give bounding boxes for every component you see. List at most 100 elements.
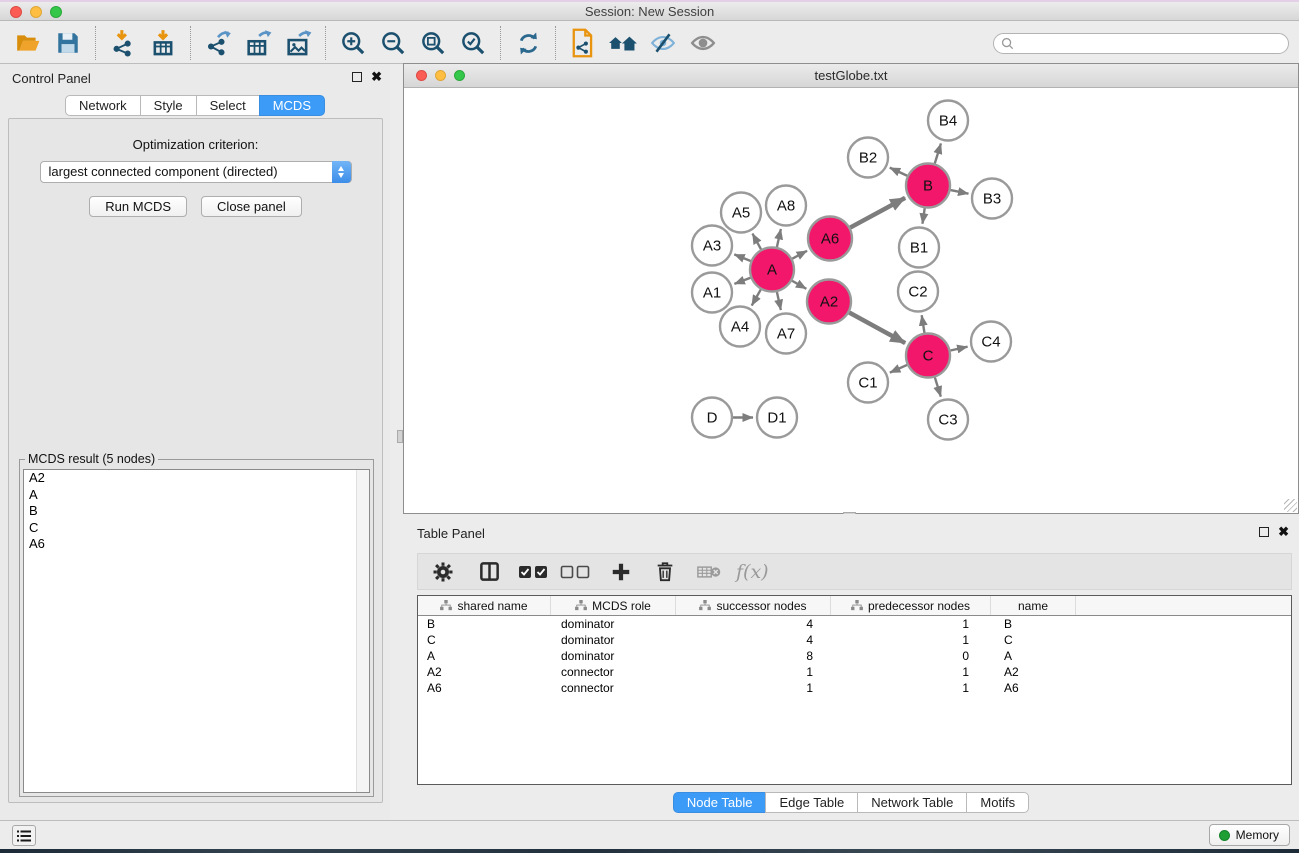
- table-cell[interactable]: 8: [676, 648, 831, 664]
- new-network-from-selection-button[interactable]: [563, 25, 603, 61]
- table-cell[interactable]: A6: [991, 680, 1076, 696]
- float-table-panel-button[interactable]: [1259, 527, 1269, 537]
- table-cell[interactable]: 1: [831, 664, 991, 680]
- table-cell[interactable]: 1: [831, 680, 991, 696]
- run-mcds-button[interactable]: Run MCDS: [89, 196, 187, 217]
- graph-edge-C-C3[interactable]: [935, 377, 941, 396]
- mcds-result-item[interactable]: B: [24, 503, 369, 520]
- table-cell[interactable]: dominator: [551, 632, 676, 648]
- show-panels-list-button[interactable]: [12, 825, 36, 846]
- tab-edge-table[interactable]: Edge Table: [765, 792, 858, 813]
- table-cell[interactable]: connector: [551, 664, 676, 680]
- close-panel-icon-button[interactable]: ✖: [371, 71, 382, 82]
- tab-network-table[interactable]: Network Table: [857, 792, 967, 813]
- table-cell[interactable]: connector: [551, 680, 676, 696]
- graph-edge-A-A1[interactable]: [734, 278, 750, 284]
- table-cell[interactable]: 4: [676, 632, 831, 648]
- table-cell[interactable]: B: [991, 616, 1076, 632]
- column-header-successor-nodes[interactable]: successor nodes: [676, 596, 831, 615]
- table-settings-button[interactable]: [426, 556, 460, 588]
- mcds-result-list[interactable]: A2ABCA6: [23, 469, 370, 793]
- show-column-button[interactable]: [472, 556, 506, 588]
- table-cell[interactable]: 1: [676, 680, 831, 696]
- zoom-fit-button[interactable]: [413, 25, 453, 61]
- open-session-button[interactable]: [8, 25, 48, 61]
- table-cell[interactable]: 1: [676, 664, 831, 680]
- table-cell[interactable]: 1: [831, 632, 991, 648]
- table-row[interactable]: A6connector11A6: [418, 680, 1291, 696]
- table-cell[interactable]: B: [418, 616, 551, 632]
- import-table-button[interactable]: [143, 25, 183, 61]
- tab-motifs[interactable]: Motifs: [966, 792, 1029, 813]
- graph-edge-A-A5[interactable]: [752, 234, 761, 250]
- close-table-panel-button[interactable]: ✖: [1278, 526, 1289, 537]
- graph-edge-A-A4[interactable]: [752, 290, 761, 306]
- column-header-name[interactable]: name: [991, 596, 1076, 615]
- tab-node-table[interactable]: Node Table: [673, 792, 767, 813]
- mcds-result-item[interactable]: A2: [24, 470, 369, 487]
- table-row[interactable]: A2connector11A2: [418, 664, 1291, 680]
- table-cell[interactable]: dominator: [551, 648, 676, 664]
- table-cell[interactable]: 4: [676, 616, 831, 632]
- zoom-out-button[interactable]: [373, 25, 413, 61]
- graph-edge-A-A7[interactable]: [777, 292, 781, 310]
- table-cell[interactable]: 1: [831, 616, 991, 632]
- graph-edge-C-C1[interactable]: [890, 365, 907, 373]
- graph-edge-B-B2[interactable]: [890, 168, 907, 176]
- export-network-button[interactable]: [198, 25, 238, 61]
- show-all-button[interactable]: [683, 25, 723, 61]
- column-header-mcds-role[interactable]: MCDS role: [551, 596, 676, 615]
- import-network-button[interactable]: [103, 25, 143, 61]
- network-canvas[interactable]: AA1A2A3A4A5A6A7A8BB1B2B3B4CC1C2C3C4DD1: [404, 88, 1298, 513]
- graph-edge-A2-C[interactable]: [849, 313, 905, 344]
- first-neighbors-button[interactable]: [603, 25, 643, 61]
- graph-edge-A-A8[interactable]: [777, 229, 781, 247]
- mcds-result-item[interactable]: C: [24, 520, 369, 537]
- table-cell[interactable]: A: [418, 648, 551, 664]
- memory-button[interactable]: Memory: [1209, 824, 1290, 846]
- table-cell[interactable]: C: [418, 632, 551, 648]
- export-image-button[interactable]: [278, 25, 318, 61]
- optimization-criterion-select[interactable]: largest connected component (directed): [40, 161, 352, 183]
- network-graph[interactable]: AA1A2A3A4A5A6A7A8BB1B2B3B4CC1C2C3C4DD1: [404, 88, 1298, 513]
- tab-mcds[interactable]: MCDS: [259, 95, 325, 116]
- table-cell[interactable]: dominator: [551, 616, 676, 632]
- graph-edge-C-C2[interactable]: [922, 315, 925, 333]
- zoom-in-button[interactable]: [333, 25, 373, 61]
- scrollbar-track[interactable]: [356, 470, 369, 792]
- refresh-button[interactable]: [508, 25, 548, 61]
- delete-table-button[interactable]: [692, 556, 726, 588]
- table-cell[interactable]: 0: [831, 648, 991, 664]
- column-header-shared-name[interactable]: shared name: [418, 596, 551, 615]
- search-input[interactable]: [993, 33, 1289, 54]
- select-all-button[interactable]: [516, 556, 550, 588]
- export-table-button[interactable]: [238, 25, 278, 61]
- deselect-all-button[interactable]: [558, 556, 592, 588]
- zoom-selected-button[interactable]: [453, 25, 493, 61]
- function-builder-button[interactable]: f(x): [730, 561, 775, 583]
- graph-edge-B-B3[interactable]: [951, 190, 969, 194]
- graph-edge-B-B1[interactable]: [922, 208, 924, 223]
- mcds-result-item[interactable]: A6: [24, 536, 369, 553]
- table-row[interactable]: Bdominator41B: [418, 616, 1291, 632]
- graph-edge-A-A3[interactable]: [734, 254, 750, 261]
- table-row[interactable]: Cdominator41C: [418, 632, 1291, 648]
- mcds-result-item[interactable]: A: [24, 487, 369, 504]
- vertical-splitter-handle[interactable]: [397, 430, 403, 443]
- table-cell[interactable]: A6: [418, 680, 551, 696]
- table-cell[interactable]: A2: [991, 664, 1076, 680]
- column-header-predecessor-nodes[interactable]: predecessor nodes: [831, 596, 991, 615]
- tab-select[interactable]: Select: [196, 95, 260, 116]
- add-row-button[interactable]: [604, 556, 638, 588]
- resize-grip[interactable]: [1284, 499, 1297, 512]
- graph-edge-C-C4[interactable]: [950, 347, 967, 351]
- table-cell[interactable]: A2: [418, 664, 551, 680]
- hide-selected-button[interactable]: [643, 25, 683, 61]
- table-cell[interactable]: A: [991, 648, 1076, 664]
- close-panel-button[interactable]: Close panel: [201, 196, 302, 217]
- float-panel-button[interactable]: [352, 72, 362, 82]
- tab-network[interactable]: Network: [65, 95, 141, 116]
- graph-edge-A6-B[interactable]: [850, 198, 905, 228]
- graph-edge-A-A6[interactable]: [792, 251, 807, 259]
- delete-row-button[interactable]: [648, 556, 682, 588]
